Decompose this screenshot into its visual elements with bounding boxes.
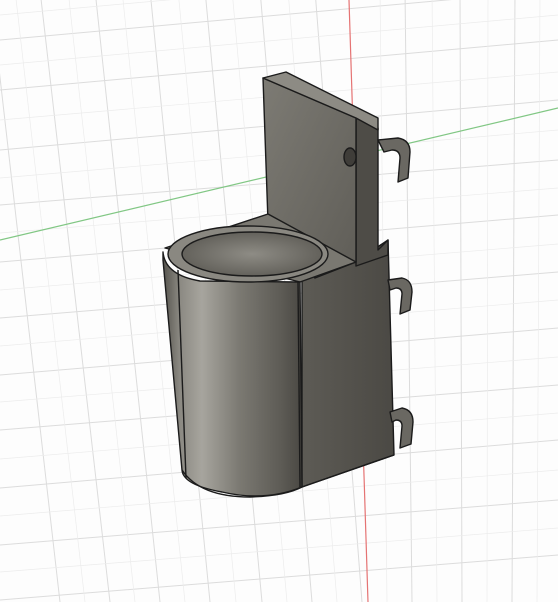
hook-middle <box>387 277 413 315</box>
hole-feature <box>343 147 357 167</box>
3d-viewport[interactable] <box>0 0 558 602</box>
hook-top <box>377 137 411 183</box>
model-cup-holder[interactable] <box>162 71 414 498</box>
cup-body <box>162 251 303 497</box>
viewport-canvas[interactable] <box>0 0 558 602</box>
cup-opening <box>181 231 323 277</box>
